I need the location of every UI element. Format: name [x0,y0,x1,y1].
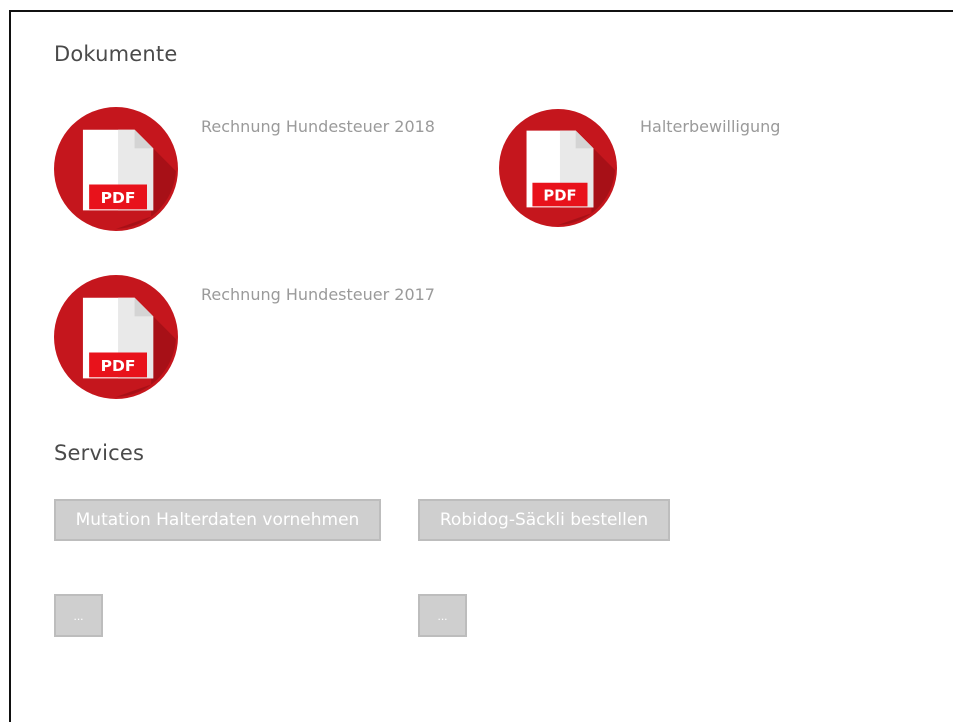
document-item-rechnung-2017[interactable]: PDF Rechnung Hundesteuer 2017 [54,275,454,400]
document-link-label[interactable]: Rechnung Hundesteuer 2018 [201,117,435,136]
document-item-rechnung-2018[interactable]: PDF Rechnung Hundesteuer 2018 [54,107,454,232]
more-services-button[interactable]: ... [54,594,103,637]
pdf-icon-label: PDF [543,187,576,204]
pdf-file-icon[interactable]: PDF [499,109,617,227]
mutation-halterdaten-button[interactable]: Mutation Halterdaten vornehmen [54,499,381,541]
document-link-label[interactable]: Rechnung Hundesteuer 2017 [201,285,435,304]
services-heading: Services [54,441,145,465]
documents-heading: Dokumente [54,42,178,66]
document-link-label[interactable]: Halterbewilligung [640,117,780,136]
robidog-saeckli-button[interactable]: Robidog-Säckli bestellen [418,499,670,541]
more-services-button[interactable]: ... [418,594,467,637]
pdf-icon-label: PDF [101,357,136,375]
page-frame: Dokumente PDF Rechnung Hundesteuer 2018 … [9,10,953,722]
document-item-halterbewilligung[interactable]: PDF Halterbewilligung [499,109,899,229]
pdf-icon-label: PDF [101,189,136,207]
pdf-file-icon[interactable]: PDF [54,275,178,399]
pdf-file-icon[interactable]: PDF [54,107,178,231]
